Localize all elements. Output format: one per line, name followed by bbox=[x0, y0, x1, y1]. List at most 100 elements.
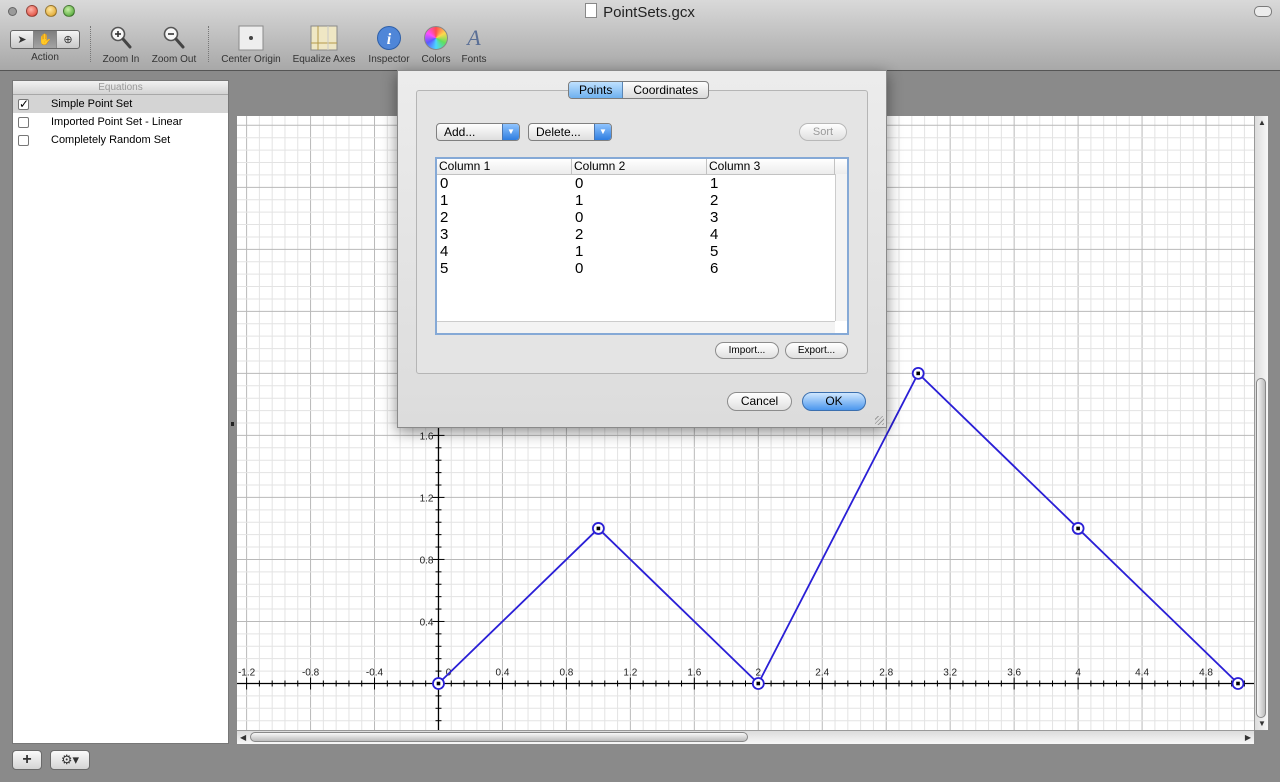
x-tick-label: 2.8 bbox=[879, 667, 893, 678]
equation-checkbox[interactable]: ✓ bbox=[18, 98, 29, 110]
pointer-tool-icon[interactable]: ➤ bbox=[11, 30, 34, 48]
action-tool-group: ➤ ✋ ⊕ Action bbox=[9, 24, 81, 63]
table-cell[interactable]: 1 bbox=[572, 192, 707, 209]
scroll-left-icon[interactable]: ◀ bbox=[240, 733, 246, 742]
vertical-scroll-thumb[interactable] bbox=[1256, 378, 1266, 718]
toolbar-toggle-button[interactable] bbox=[1254, 6, 1272, 17]
ok-button[interactable]: OK bbox=[802, 392, 866, 411]
y-tick-label: 1.6 bbox=[420, 431, 434, 442]
add-popup-label: Add... bbox=[444, 125, 476, 139]
table-cell[interactable]: 1 bbox=[707, 175, 835, 192]
scroll-up-icon[interactable]: ▲ bbox=[1258, 118, 1266, 127]
table-cell[interactable]: 2 bbox=[572, 226, 707, 243]
table-cell[interactable]: 3 bbox=[707, 209, 835, 226]
add-equation-button[interactable]: + bbox=[12, 750, 42, 770]
table-cell[interactable]: 1 bbox=[437, 192, 572, 209]
zoom-in-icon bbox=[98, 24, 144, 52]
points-table[interactable]: Column 1 Column 2 Column 3 001 112 203 3… bbox=[435, 157, 849, 335]
table-row[interactable]: 001 bbox=[437, 175, 847, 192]
table-row[interactable]: 203 bbox=[437, 209, 847, 226]
equalize-axes-button[interactable]: Equalize Axes bbox=[289, 24, 359, 65]
table-row[interactable]: 112 bbox=[437, 192, 847, 209]
column-header[interactable]: Column 3 bbox=[707, 159, 835, 174]
fonts-button[interactable]: A Fonts bbox=[456, 24, 492, 65]
fonts-label: Fonts bbox=[461, 54, 487, 65]
table-cell[interactable]: 1 bbox=[572, 243, 707, 260]
colors-label: Colors bbox=[421, 54, 451, 65]
cancel-button[interactable]: Cancel bbox=[727, 392, 792, 411]
action-segmented-control: ➤ ✋ ⊕ bbox=[10, 29, 80, 49]
import-button[interactable]: Import... bbox=[715, 342, 779, 359]
equation-row[interactable]: ✓ Simple Point Set bbox=[13, 95, 228, 113]
scroll-right-icon[interactable]: ▶ bbox=[1245, 733, 1251, 742]
equation-checkbox[interactable] bbox=[18, 134, 29, 146]
zoom-in-label: Zoom In bbox=[102, 54, 140, 65]
delete-popup-label: Delete... bbox=[536, 125, 581, 139]
table-cell[interactable]: 4 bbox=[707, 226, 835, 243]
table-horizontal-scrollbar[interactable] bbox=[437, 321, 835, 333]
split-view-handle[interactable] bbox=[231, 422, 234, 426]
colors-button[interactable]: Colors bbox=[416, 24, 456, 65]
table-cell[interactable]: 0 bbox=[572, 209, 707, 226]
equations-sidebar: Equations ✓ Simple Point Set Imported Po… bbox=[12, 80, 229, 744]
chevron-down-icon: ▼ bbox=[594, 124, 611, 140]
inspector-button[interactable]: i Inspector bbox=[364, 24, 414, 65]
inspector-label: Inspector bbox=[368, 54, 410, 65]
column-header[interactable]: Column 1 bbox=[437, 159, 572, 174]
center-origin-button[interactable]: Center Origin bbox=[216, 24, 286, 65]
center-origin-icon bbox=[216, 24, 286, 52]
zoom-out-label: Zoom Out bbox=[151, 54, 197, 65]
table-cell[interactable]: 0 bbox=[572, 260, 707, 277]
zoom-out-button[interactable]: Zoom Out bbox=[148, 24, 200, 65]
table-row[interactable]: 415 bbox=[437, 243, 847, 260]
add-popup-button[interactable]: Add... ▼ bbox=[436, 123, 520, 141]
sort-button[interactable]: Sort bbox=[799, 123, 847, 141]
horizontal-scroll-thumb[interactable] bbox=[250, 732, 748, 742]
tab-points[interactable]: Points bbox=[569, 82, 624, 98]
chevron-down-icon: ▼ bbox=[502, 124, 519, 140]
column-header[interactable]: Column 2 bbox=[572, 159, 707, 174]
svg-text:i: i bbox=[387, 31, 392, 48]
scroll-down-icon[interactable]: ▼ bbox=[1258, 719, 1266, 728]
table-cell[interactable]: 0 bbox=[572, 175, 707, 192]
x-tick-label: -0.4 bbox=[366, 667, 384, 678]
table-cell[interactable]: 0 bbox=[437, 175, 572, 192]
tab-coordinates[interactable]: Coordinates bbox=[623, 82, 708, 98]
x-tick-label: 4.4 bbox=[1135, 667, 1149, 678]
zoom-tool-icon[interactable]: ⊕ bbox=[57, 31, 79, 48]
table-cell[interactable]: 2 bbox=[437, 209, 572, 226]
x-tick-label: 0.4 bbox=[495, 667, 509, 678]
window-title: PointSets.gcx bbox=[0, 3, 1280, 21]
table-cell[interactable]: 5 bbox=[707, 243, 835, 260]
x-tick-label: 4.8 bbox=[1199, 667, 1213, 678]
hand-tool-icon[interactable]: ✋ bbox=[34, 30, 57, 48]
delete-popup-button[interactable]: Delete... ▼ bbox=[528, 123, 612, 141]
resize-grip-icon[interactable] bbox=[875, 416, 884, 425]
document-icon bbox=[585, 3, 598, 18]
table-cell[interactable]: 5 bbox=[437, 260, 572, 277]
table-header: Column 1 Column 2 Column 3 bbox=[437, 159, 847, 175]
window-title-text: PointSets.gcx bbox=[603, 4, 695, 21]
equation-row[interactable]: Completely Random Set bbox=[13, 131, 228, 149]
data-point-center bbox=[1236, 681, 1240, 686]
center-origin-label: Center Origin bbox=[221, 54, 281, 65]
table-row[interactable]: 506 bbox=[437, 260, 847, 277]
table-vertical-scrollbar[interactable] bbox=[835, 174, 847, 321]
table-cell[interactable]: 2 bbox=[707, 192, 835, 209]
table-row[interactable]: 324 bbox=[437, 226, 847, 243]
x-tick-label: 4 bbox=[1075, 667, 1081, 678]
table-cell[interactable]: 6 bbox=[707, 260, 835, 277]
point-set-dialog: Points Coordinates Add... ▼ Delete... ▼ … bbox=[397, 70, 887, 428]
gear-menu-button[interactable]: ⚙▾ bbox=[50, 750, 90, 770]
x-tick-label: 2.4 bbox=[815, 667, 829, 678]
action-label: Action bbox=[31, 52, 59, 63]
zoom-in-button[interactable]: Zoom In bbox=[98, 24, 144, 65]
table-cell[interactable]: 4 bbox=[437, 243, 572, 260]
equalize-axes-label: Equalize Axes bbox=[292, 54, 356, 65]
window-toolbar: PointSets.gcx ➤ ✋ ⊕ Action Zoom In Zoom … bbox=[0, 0, 1280, 71]
equation-row[interactable]: Imported Point Set - Linear bbox=[13, 113, 228, 131]
table-cell[interactable]: 3 bbox=[437, 226, 572, 243]
x-tick-label: 1.6 bbox=[687, 667, 701, 678]
export-button[interactable]: Export... bbox=[785, 342, 848, 359]
equation-checkbox[interactable] bbox=[18, 116, 29, 128]
